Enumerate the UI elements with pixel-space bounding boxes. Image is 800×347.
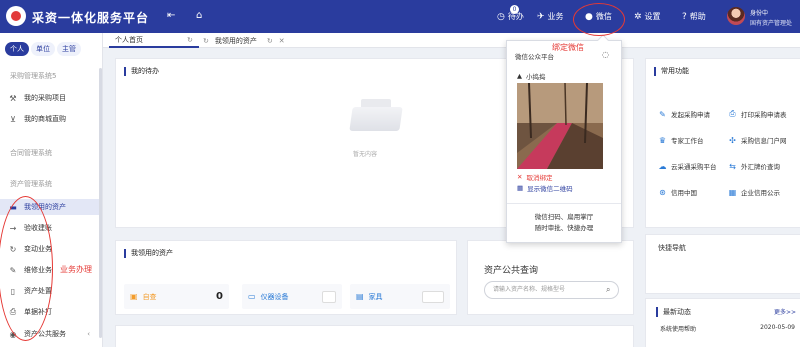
chat-icon[interactable]: ◌ xyxy=(602,50,609,59)
news-panel: 最新动态 更多>> 系统使用帮助 2020-05-09 xyxy=(645,298,800,347)
home-icon[interactable]: ⌂ xyxy=(196,10,202,21)
asset-query-panel: 资产公共查询 请输入资产名称、规格型号 ⌕ xyxy=(467,240,634,315)
sidebar-item-mall-purchase[interactable]: ⊻ 我的商城直购 xyxy=(8,111,98,127)
ff-exchange-rate[interactable]: ⇆ 外汇牌价查询 xyxy=(728,161,780,172)
asset-query-title: 资产公共查询 xyxy=(484,266,539,276)
wechat-platform-title: 微信公众平台 xyxy=(515,53,554,61)
tab-my-assets[interactable]: ↻ 我领用的资产 ↻ ✕ xyxy=(197,35,291,48)
avatar[interactable] xyxy=(727,7,745,25)
qr-code-icon: ▦ xyxy=(517,184,524,192)
search-icon[interactable]: ⌕ xyxy=(606,285,610,295)
ff-cloud-platform[interactable]: ☁ 云采通采购平台 xyxy=(658,161,717,172)
role-tab-unit[interactable]: 单位 xyxy=(31,42,55,56)
enterprise-icon: ▦ xyxy=(728,187,737,197)
wechat-tip-line2: 随时审批、快捷办理 xyxy=(534,224,594,232)
ff-purchase-request[interactable]: ✎ 发起采购申请 xyxy=(658,109,710,120)
group-procurement[interactable]: 采购管理系统5 xyxy=(10,71,56,81)
sidebar-item-my-procurement[interactable]: ⚒ 我的采购项目 xyxy=(8,90,98,106)
ff-info-portal[interactable]: ✣ 采购信息门户网 xyxy=(728,135,786,146)
bell-icon: ◷ xyxy=(497,11,505,22)
assets-title: 我领用的资产 xyxy=(124,249,173,258)
cloud-icon: ☁ xyxy=(658,161,667,171)
business-button[interactable]: ✈ 业务 xyxy=(537,11,564,22)
ff-print-request[interactable]: ⎙ 打印采购申请表 xyxy=(728,109,786,119)
user-name: 身份中 xyxy=(750,10,769,17)
frequent-panel: 常用功能 ✎ 发起采购申请 ⎙ 打印采购申请表 ♛ 专家工作台 ✣ 采购信息门户网 ☁ 云… xyxy=(645,58,800,228)
collapse-menu-icon[interactable]: ⇤ xyxy=(167,10,175,21)
print-icon: ⎙ xyxy=(729,109,736,118)
ff-expert-desk[interactable]: ♛ 专家工作台 xyxy=(658,135,704,146)
close-icon[interactable]: ✕ xyxy=(279,35,285,48)
business-annotation: 业务办理 xyxy=(60,265,92,274)
bind-wechat-annotation: 绑定微信 xyxy=(552,43,584,52)
wechat-user: ▲ 小捣捣 xyxy=(517,72,546,81)
bottom-panel xyxy=(115,325,634,347)
logo-icon xyxy=(6,6,26,26)
furniture-icon: ▤ xyxy=(356,292,364,301)
user-org: 国有资产管理处 xyxy=(750,20,793,27)
gavel-icon: ⚒ xyxy=(9,93,17,103)
role-tabs: 个人 单位 主管 xyxy=(5,42,81,56)
news-more-link[interactable]: 更多>> xyxy=(774,307,796,316)
asset-search-input[interactable]: 请输入资产名称、规格型号 xyxy=(484,281,619,299)
ff-credit-china[interactable]: ⊛ 信用中国 xyxy=(658,187,697,198)
clipboard-icon: ▣ xyxy=(130,292,138,301)
todo-badge: 0 xyxy=(510,5,519,14)
help-icon: ? xyxy=(682,11,687,22)
tab-home[interactable]: 个人首页 ↻ xyxy=(109,35,199,48)
group-asset[interactable]: 资产管理系统 xyxy=(10,179,52,189)
refresh-tab-icon[interactable]: ↻ xyxy=(267,35,273,48)
stat-self-check[interactable]: ▣ 自查 0 xyxy=(124,284,229,309)
business-highlight-ring xyxy=(0,196,53,341)
refresh-tab-icon[interactable]: ↻ xyxy=(203,35,209,48)
wechat-user-photo xyxy=(517,83,603,169)
refresh-tab-icon[interactable]: ↻ xyxy=(187,34,193,47)
quick-nav-title: 快捷导航 xyxy=(658,244,686,252)
empty-text: 暂无内容 xyxy=(353,151,378,158)
user-icon: ▲ xyxy=(517,72,522,80)
top-bar: 采资一体化服务平台 ⇤ ⌂ ◷ 待办 0 ✈ 业务 ● 微信 ✲ 设置 ? 帮助… xyxy=(0,0,800,33)
group-contract[interactable]: 合同管理系统 xyxy=(10,148,52,158)
news-item[interactable]: 系统使用帮助 2020-05-09 xyxy=(660,324,795,333)
gear-icon: ✲ xyxy=(634,11,642,22)
role-tab-personal[interactable]: 个人 xyxy=(5,42,29,56)
wechat-popup: 微信公众平台 ◌ ▲ 小捣捣 ✕ 取消绑定 ▦ 显示微信二维码 微信扫码、扁用掌… xyxy=(506,34,622,243)
portal-icon: ✣ xyxy=(729,135,736,145)
cart-icon: ⊻ xyxy=(10,114,16,124)
sidebar-scrollbar[interactable] xyxy=(99,68,102,338)
news-title: 最新动态 xyxy=(656,307,691,317)
page-tabs: 个人首页 ↻ ↻ 我领用的资产 ↻ ✕ xyxy=(103,33,800,48)
stat-furniture[interactable]: ▤ 家具 xyxy=(350,284,450,309)
plane-icon: ✈ xyxy=(537,11,545,22)
role-tab-supervisor[interactable]: 主管 xyxy=(57,42,81,56)
close-icon: ✕ xyxy=(517,173,523,181)
assets-panel: 我领用的资产 ▣ 自查 0 ▭ 仪器设备 ▤ 家具 xyxy=(115,240,457,315)
stat-instruments[interactable]: ▭ 仪器设备 xyxy=(242,284,342,309)
monitor-icon: ▭ xyxy=(248,292,256,301)
exchange-icon: ⇆ xyxy=(729,161,736,171)
chevron-left-icon: ‹ xyxy=(87,330,90,338)
furniture-thumbnail xyxy=(422,290,444,303)
show-qr-link[interactable]: ▦ 显示微信二维码 xyxy=(517,183,573,193)
pen-icon: ✎ xyxy=(659,109,666,119)
help-button[interactable]: ? 帮助 xyxy=(682,11,706,22)
settings-button[interactable]: ✲ 设置 xyxy=(634,11,661,22)
todo-title: 我的待办 xyxy=(124,67,159,76)
ff-enterprise-credit[interactable]: ▦ 企业信用公示 xyxy=(728,187,780,198)
quick-nav-panel: 快捷导航 xyxy=(645,234,800,294)
app-title: 采资一体化服务平台 xyxy=(32,11,150,25)
frequent-title: 常用功能 xyxy=(654,67,689,76)
empty-box-icon xyxy=(341,99,411,139)
wechat-highlight-ring xyxy=(573,3,625,36)
wechat-tip-line1: 微信扫码、扁用掌厅 xyxy=(534,213,594,221)
expert-icon: ♛ xyxy=(658,135,667,145)
unbind-wechat-link[interactable]: ✕ 取消绑定 xyxy=(517,172,552,182)
stat-value: 0 xyxy=(216,291,223,302)
credit-icon: ⊛ xyxy=(659,187,666,197)
instrument-thumbnail xyxy=(322,290,336,303)
